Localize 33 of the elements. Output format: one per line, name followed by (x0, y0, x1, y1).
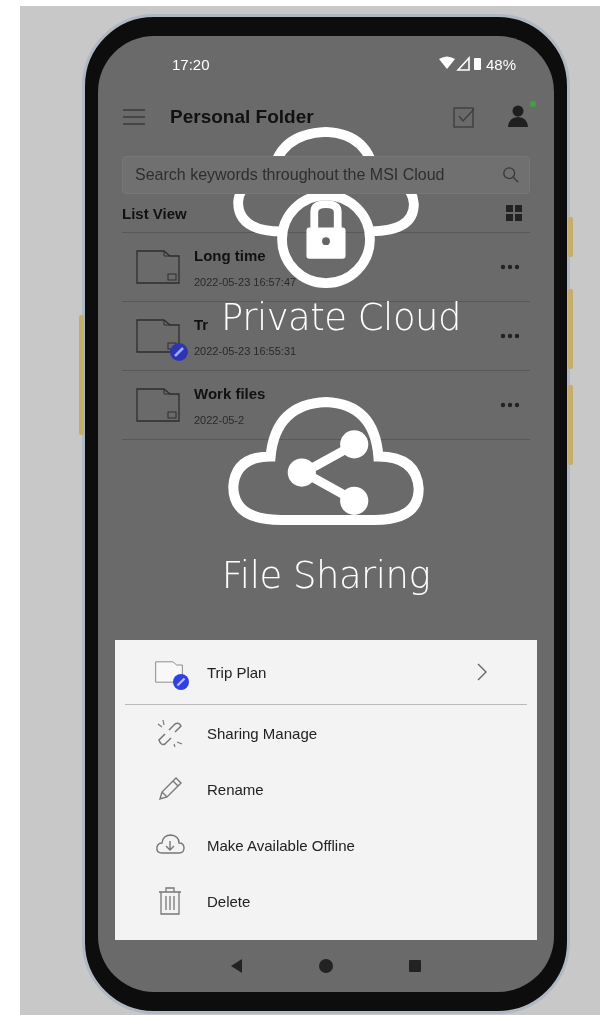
menu-item[interactable]: Make Available Offline (115, 817, 537, 873)
folder-icon (136, 250, 180, 284)
menu-item[interactable]: Delete (115, 873, 537, 929)
checkbox-select-icon[interactable] (452, 105, 476, 129)
menu-item[interactable]: Rename (115, 761, 537, 817)
folder-name: Long time (194, 246, 266, 264)
folder-date: 2022-05-23 16:57:47 (194, 275, 297, 288)
folder-name: Tr (194, 315, 209, 333)
broken-link-icon (155, 718, 185, 748)
folder-date: 2022-05-2 (194, 413, 245, 426)
chevron-right-icon[interactable] (477, 663, 487, 681)
user-icon[interactable] (506, 103, 530, 127)
search-field[interactable]: Search keywords throughout the MSI Cloud (122, 156, 530, 194)
feature-caption: File Sharing (221, 554, 431, 597)
list-view-label: List View (122, 204, 187, 222)
recents-icon[interactable] (407, 958, 424, 974)
folder-icon (136, 319, 180, 353)
folder-date: 2022-05-23 16:55:31 (194, 344, 297, 357)
home-icon[interactable] (318, 958, 334, 974)
folder-icon (136, 388, 180, 422)
more-options-icon[interactable] (500, 402, 520, 408)
more-options-icon[interactable] (500, 333, 520, 339)
app-title: Personal Folder (170, 106, 315, 128)
search-icon[interactable] (502, 166, 520, 184)
feature-caption: Private Cloud (221, 296, 461, 339)
more-options-icon[interactable] (500, 264, 520, 270)
menu-title: Trip Plan (207, 663, 268, 681)
status-time: 17:20 (172, 55, 210, 73)
grid-view-icon[interactable] (506, 205, 522, 221)
folder-name: Work files (194, 384, 266, 402)
menu-item[interactable]: Sharing Manage (115, 705, 537, 761)
signal-icon (437, 56, 482, 72)
battery-percent: 48% (485, 55, 516, 73)
